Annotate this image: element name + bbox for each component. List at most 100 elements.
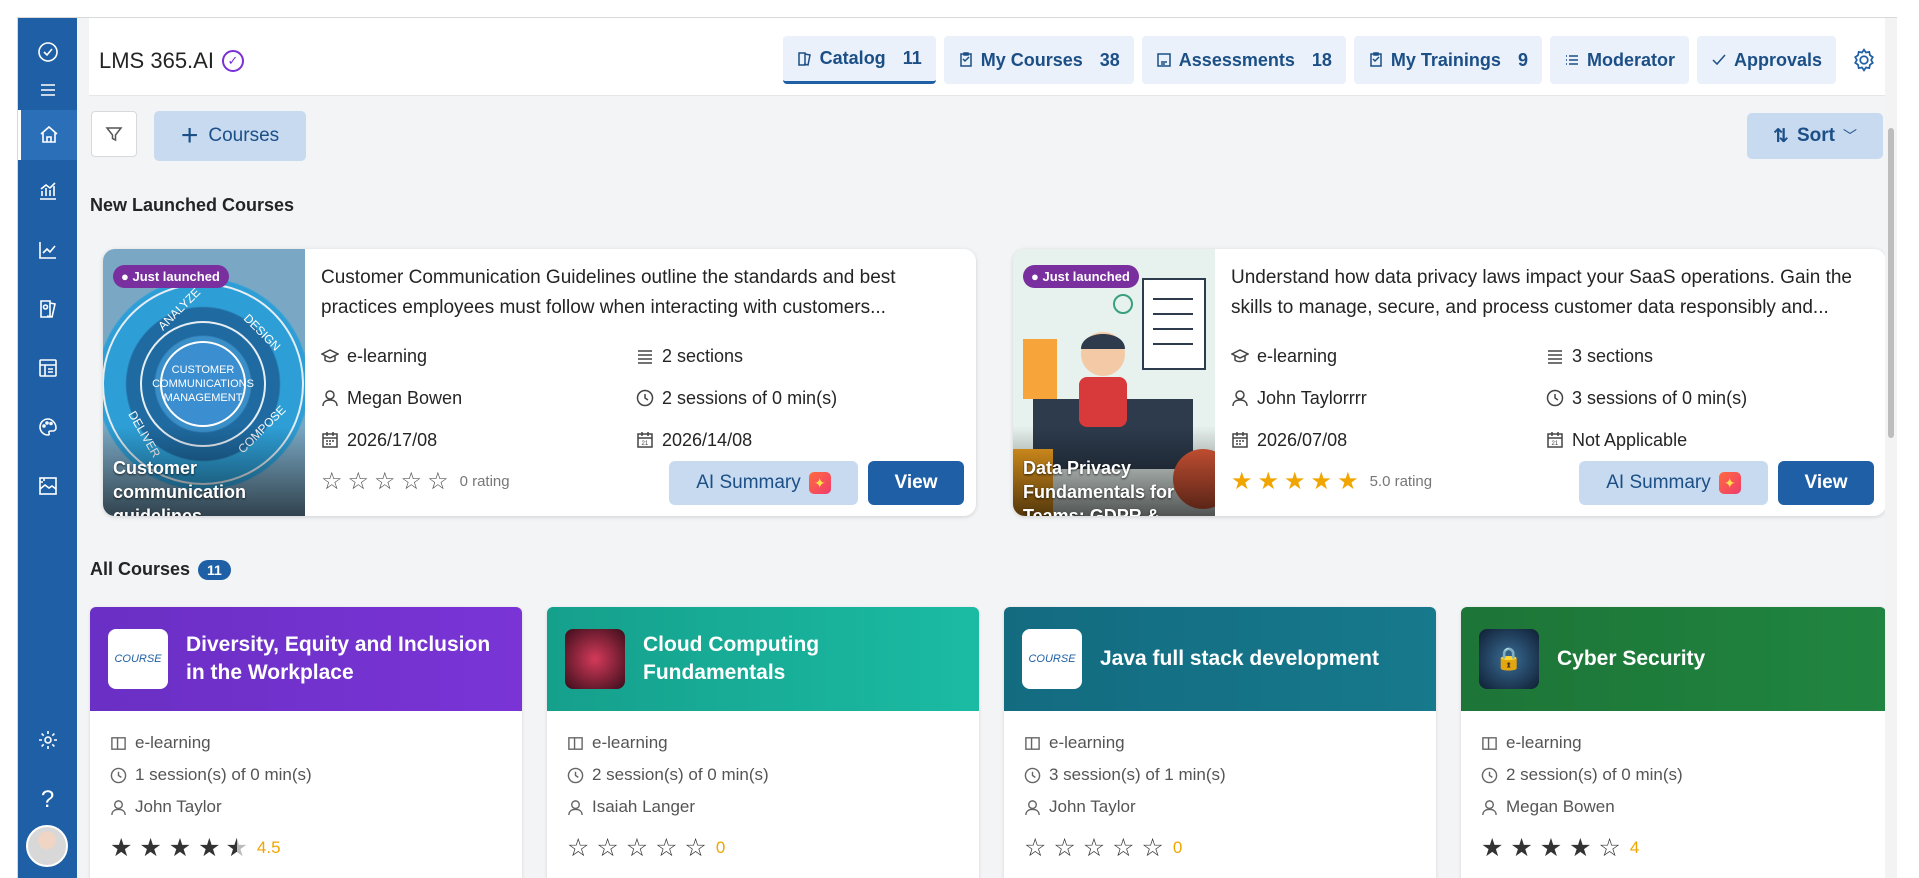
just-launched-badge: ● Just launched — [113, 265, 229, 288]
app-brand: LMS 365.AI ✓ — [99, 48, 244, 74]
view-button[interactable]: View — [868, 461, 964, 505]
star-icon: ☆ — [347, 468, 370, 495]
scrollbar-thumb[interactable] — [1888, 128, 1894, 438]
filter-button[interactable] — [91, 111, 137, 157]
home-icon[interactable] — [18, 110, 77, 160]
dashboard-icon[interactable] — [18, 346, 77, 390]
calendar-day-icon: 21 — [637, 432, 653, 448]
app-title: LMS 365.AI — [99, 48, 214, 73]
chevron-down-icon: ﹀ — [1842, 128, 1857, 144]
top-nav: Catalog 11 My Courses 38 Assessments 18 … — [782, 36, 1884, 84]
count-badge: 11 — [198, 560, 231, 580]
course-meta: e-learning 3 sections John Taylorrrr 3 s… — [1231, 335, 1861, 461]
course-thumbnail: ● Just launched Data Privacy Fundamental… — [1013, 249, 1215, 516]
course-description: Customer Communication Guidelines outlin… — [321, 267, 896, 318]
catalog-icon — [797, 51, 811, 66]
rating-stars: ★ ★ ★ ★ ★ 4.5 — [110, 834, 281, 862]
reports-icon[interactable] — [18, 169, 77, 213]
rating-stars: ☆ ☆ ☆ ☆ ☆ 0 — [1024, 834, 1183, 862]
rating-stars: ☆ ☆ ☆ ☆ ☆ 0 rating — [321, 468, 510, 495]
verified-check-icon: ✓ — [221, 50, 244, 72]
thumbnail-caption: Data Privacy Fundamentals for Teams: GDP… — [1023, 458, 1175, 516]
gallery-icon[interactable] — [18, 464, 77, 508]
star-icon: ★ — [1257, 468, 1280, 495]
svg-text:MANAGEMENT: MANAGEMENT — [164, 392, 243, 404]
course-logo-icon: 🔒 — [1479, 629, 1539, 689]
new-course-card[interactable]: CUSTOMER COMMUNICATIONS MANAGEMENT ANALY… — [103, 249, 976, 516]
course-card[interactable]: Cloud Computing Fundamentals e-learning … — [547, 607, 979, 878]
sparkle-icon: ✦ — [1718, 472, 1741, 494]
rating-stars: ★ ★ ★ ★ ☆ 4 — [1481, 834, 1640, 862]
rating-stars: ☆ ☆ ☆ ☆ ☆ 0 — [567, 834, 726, 862]
clock-icon — [636, 389, 654, 407]
star-icon: ☆ — [400, 468, 423, 495]
graduation-cap-icon — [1231, 349, 1249, 363]
course-card[interactable]: COURSE Java full stack development e-lea… — [1004, 607, 1436, 878]
svg-text:21: 21 — [642, 441, 649, 447]
course-card-header: COURSE Java full stack development — [1004, 607, 1436, 711]
assessment-icon — [1157, 53, 1171, 67]
just-launched-badge: ● Just launched — [1023, 265, 1139, 288]
course-logo-icon — [565, 629, 625, 689]
settings-gear-icon[interactable] — [1844, 36, 1884, 84]
course-logo-icon: COURSE — [1022, 629, 1082, 689]
help-icon[interactable]: ? — [18, 778, 77, 822]
page-scrollbar[interactable] — [1885, 18, 1897, 878]
calendar-icon — [322, 432, 338, 448]
filter-icon — [105, 127, 123, 142]
plus-icon: + — [180, 119, 199, 152]
tab-approvals[interactable]: Approvals — [1696, 36, 1836, 84]
course-title: Diversity, Equity and Inclusion in the W… — [186, 633, 491, 684]
book-icon — [568, 736, 583, 750]
clock-icon — [110, 767, 127, 783]
settings-rail-icon[interactable] — [18, 718, 77, 762]
calendar-icon — [1232, 432, 1248, 448]
hamburger-menu-icon[interactable] — [18, 68, 77, 112]
avatar[interactable] — [26, 825, 68, 867]
course-meta: e-learning 2 sections Megan Bowen 2 sess… — [321, 335, 951, 461]
catalog-rail-icon[interactable] — [18, 287, 77, 331]
new-courses-heading: New Launched Courses — [90, 195, 295, 215]
tab-catalog[interactable]: Catalog 11 — [782, 36, 936, 84]
course-card[interactable]: 🔒 Cyber Security e-learning 2 session(s)… — [1461, 607, 1886, 878]
course-card-header: Cloud Computing Fundamentals — [547, 607, 979, 711]
course-title: Cyber Security — [1557, 647, 1706, 670]
person-icon — [568, 799, 583, 815]
palette-icon[interactable] — [18, 405, 77, 449]
tab-moderator[interactable]: Moderator — [1549, 36, 1689, 84]
person-icon — [1025, 799, 1040, 815]
list-icon — [1565, 55, 1578, 65]
course-title: Java full stack development — [1100, 647, 1379, 670]
star-icon: ★ — [1231, 468, 1253, 495]
tab-my-trainings[interactable]: My Trainings 9 — [1353, 36, 1542, 84]
analytics-icon[interactable] — [18, 228, 77, 272]
star-icon: ☆ — [374, 468, 396, 495]
svg-text:COMMUNICATIONS: COMMUNICATIONS — [152, 378, 254, 390]
person-icon — [111, 799, 126, 815]
rating-stars: ★ ★ ★ ★ ★ 5.0 rating — [1231, 468, 1433, 495]
view-button[interactable]: View — [1778, 461, 1874, 505]
course-logo-icon: COURSE — [108, 629, 168, 689]
sort-button[interactable]: ⇅ Sort ﹀ — [1747, 113, 1883, 159]
star-icon: ★ — [1310, 468, 1333, 495]
ai-summary-button[interactable]: AI Summary ✦ — [669, 461, 858, 505]
clipboard-icon — [959, 52, 972, 67]
graduation-cap-icon — [321, 349, 339, 363]
tab-assessments[interactable]: Assessments 18 — [1141, 36, 1346, 84]
new-course-card[interactable]: ● Just launched Data Privacy Fundamental… — [1013, 249, 1886, 516]
check-icon — [1712, 54, 1726, 66]
svg-text:CUSTOMER: CUSTOMER — [172, 364, 235, 376]
left-rail: ? — [18, 18, 77, 878]
list-icon — [638, 350, 652, 364]
course-thumbnail: CUSTOMER COMMUNICATIONS MANAGEMENT ANALY… — [103, 249, 305, 516]
app-frame: ? LMS 365.AI ✓ Catalog 11 My Courses 38 … — [17, 17, 1897, 878]
all-courses-heading: All Courses 11 — [90, 559, 231, 580]
tab-my-courses[interactable]: My Courses 38 — [943, 36, 1134, 84]
course-card-header: 🔒 Cyber Security — [1461, 607, 1886, 711]
ai-summary-button[interactable]: AI Summary ✦ — [1579, 461, 1768, 505]
add-courses-button[interactable]: + Courses — [154, 111, 306, 161]
course-description: Understand how data privacy laws impact … — [1231, 267, 1852, 318]
course-card[interactable]: COURSE Diversity, Equity and Inclusion i… — [90, 607, 522, 878]
clipboard-icon — [1370, 52, 1382, 67]
person-icon — [1232, 390, 1248, 407]
